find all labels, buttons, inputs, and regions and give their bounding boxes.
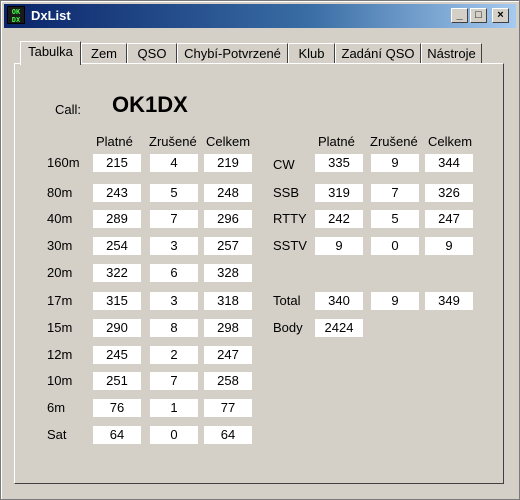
tab-nastroje[interactable]: Nástroje <box>421 43 482 64</box>
band-total: 258 <box>204 372 252 390</box>
band-header-cancelled: Zrušené <box>149 134 197 149</box>
band-cancelled: 0 <box>150 426 198 444</box>
band-cancelled: 7 <box>150 372 198 390</box>
band-name: 6m <box>47 400 66 415</box>
band-name: 40m <box>47 211 73 226</box>
tab-zadani-qso[interactable]: Zadání QSO <box>335 43 421 64</box>
mode-header-valid: Platné <box>318 134 355 149</box>
band-name: 20m <box>47 265 73 280</box>
tab-panel <box>14 63 504 484</box>
band-valid: 215 <box>93 154 141 172</box>
points-value: 2424 <box>315 319 363 337</box>
mode-total: 326 <box>425 184 473 202</box>
band-valid: 289 <box>93 210 141 228</box>
mode-total: 9 <box>425 237 473 255</box>
band-valid: 243 <box>93 184 141 202</box>
mode-name: RTTY <box>273 211 307 226</box>
mode-name: SSB <box>273 185 300 200</box>
band-valid: 245 <box>93 346 141 364</box>
totals-name: Total <box>273 293 301 308</box>
band-valid: 254 <box>93 237 141 255</box>
mode-total: 247 <box>425 210 473 228</box>
band-valid: 290 <box>93 319 141 337</box>
mode-valid: 335 <box>315 154 363 172</box>
totals-cancelled: 9 <box>371 292 419 310</box>
band-total: 247 <box>204 346 252 364</box>
tab-zem[interactable]: Zem <box>81 43 127 64</box>
tab-klub[interactable]: Klub <box>288 43 335 64</box>
band-valid: 251 <box>93 372 141 390</box>
band-cancelled: 3 <box>150 292 198 310</box>
points-name: Body <box>273 320 303 335</box>
band-total: 219 <box>204 154 252 172</box>
totals-valid: 340 <box>315 292 363 310</box>
close-button[interactable]: × <box>492 8 509 23</box>
tab-chybi-potvrzene[interactable]: Chybí-Potvrzené <box>177 43 288 64</box>
band-header-total: Celkem <box>206 134 251 149</box>
mode-cancelled: 7 <box>371 184 419 202</box>
band-cancelled: 3 <box>150 237 198 255</box>
band-total: 318 <box>204 292 252 310</box>
mode-valid: 319 <box>315 184 363 202</box>
title-bar[interactable]: OK DX DxList _ □ × <box>4 4 516 28</box>
band-valid: 322 <box>93 264 141 282</box>
close-icon: × <box>497 9 504 21</box>
band-valid: 315 <box>93 292 141 310</box>
minimize-icon: _ <box>456 9 463 21</box>
mode-name: SSTV <box>273 238 307 253</box>
band-name: 15m <box>47 320 73 335</box>
mode-valid: 242 <box>315 210 363 228</box>
band-valid: 64 <box>93 426 141 444</box>
band-total: 248 <box>204 184 252 202</box>
maximize-icon: □ <box>475 9 482 21</box>
band-cancelled: 7 <box>150 210 198 228</box>
band-total: 64 <box>204 426 252 444</box>
band-name: 80m <box>47 185 73 200</box>
mode-cancelled: 5 <box>371 210 419 228</box>
tab-tabulka[interactable]: Tabulka <box>20 41 81 65</box>
mode-valid: 9 <box>315 237 363 255</box>
mode-name: CW <box>273 157 295 172</box>
maximize-button[interactable]: □ <box>470 8 487 23</box>
band-name: 160m <box>47 155 80 170</box>
band-name: 17m <box>47 293 73 308</box>
callsign-value: OK1DX <box>112 92 188 117</box>
mode-total: 344 <box>425 154 473 172</box>
totals-total: 349 <box>425 292 473 310</box>
band-name: 30m <box>47 238 73 253</box>
band-total: 296 <box>204 210 252 228</box>
band-cancelled: 6 <box>150 264 198 282</box>
band-cancelled: 4 <box>150 154 198 172</box>
mode-cancelled: 9 <box>371 154 419 172</box>
band-name: 12m <box>47 347 73 362</box>
band-name: 10m <box>47 373 73 388</box>
mode-header-total: Celkem <box>428 134 473 149</box>
band-name: Sat <box>47 427 67 442</box>
mode-header-cancelled: Zrušené <box>370 134 418 149</box>
band-cancelled: 2 <box>150 346 198 364</box>
band-cancelled: 5 <box>150 184 198 202</box>
band-header-valid: Platné <box>96 134 133 149</box>
minimize-button[interactable]: _ <box>451 8 468 23</box>
app-logo-icon: OK DX <box>7 6 25 24</box>
band-total: 257 <box>204 237 252 255</box>
band-total: 77 <box>204 399 252 417</box>
call-label: Call: <box>55 102 82 117</box>
band-cancelled: 1 <box>150 399 198 417</box>
band-total: 328 <box>204 264 252 282</box>
band-total: 298 <box>204 319 252 337</box>
mode-cancelled: 0 <box>371 237 419 255</box>
window-title: DxList <box>31 8 71 23</box>
tab-qso[interactable]: QSO <box>127 43 177 64</box>
band-cancelled: 8 <box>150 319 198 337</box>
band-valid: 76 <box>93 399 141 417</box>
